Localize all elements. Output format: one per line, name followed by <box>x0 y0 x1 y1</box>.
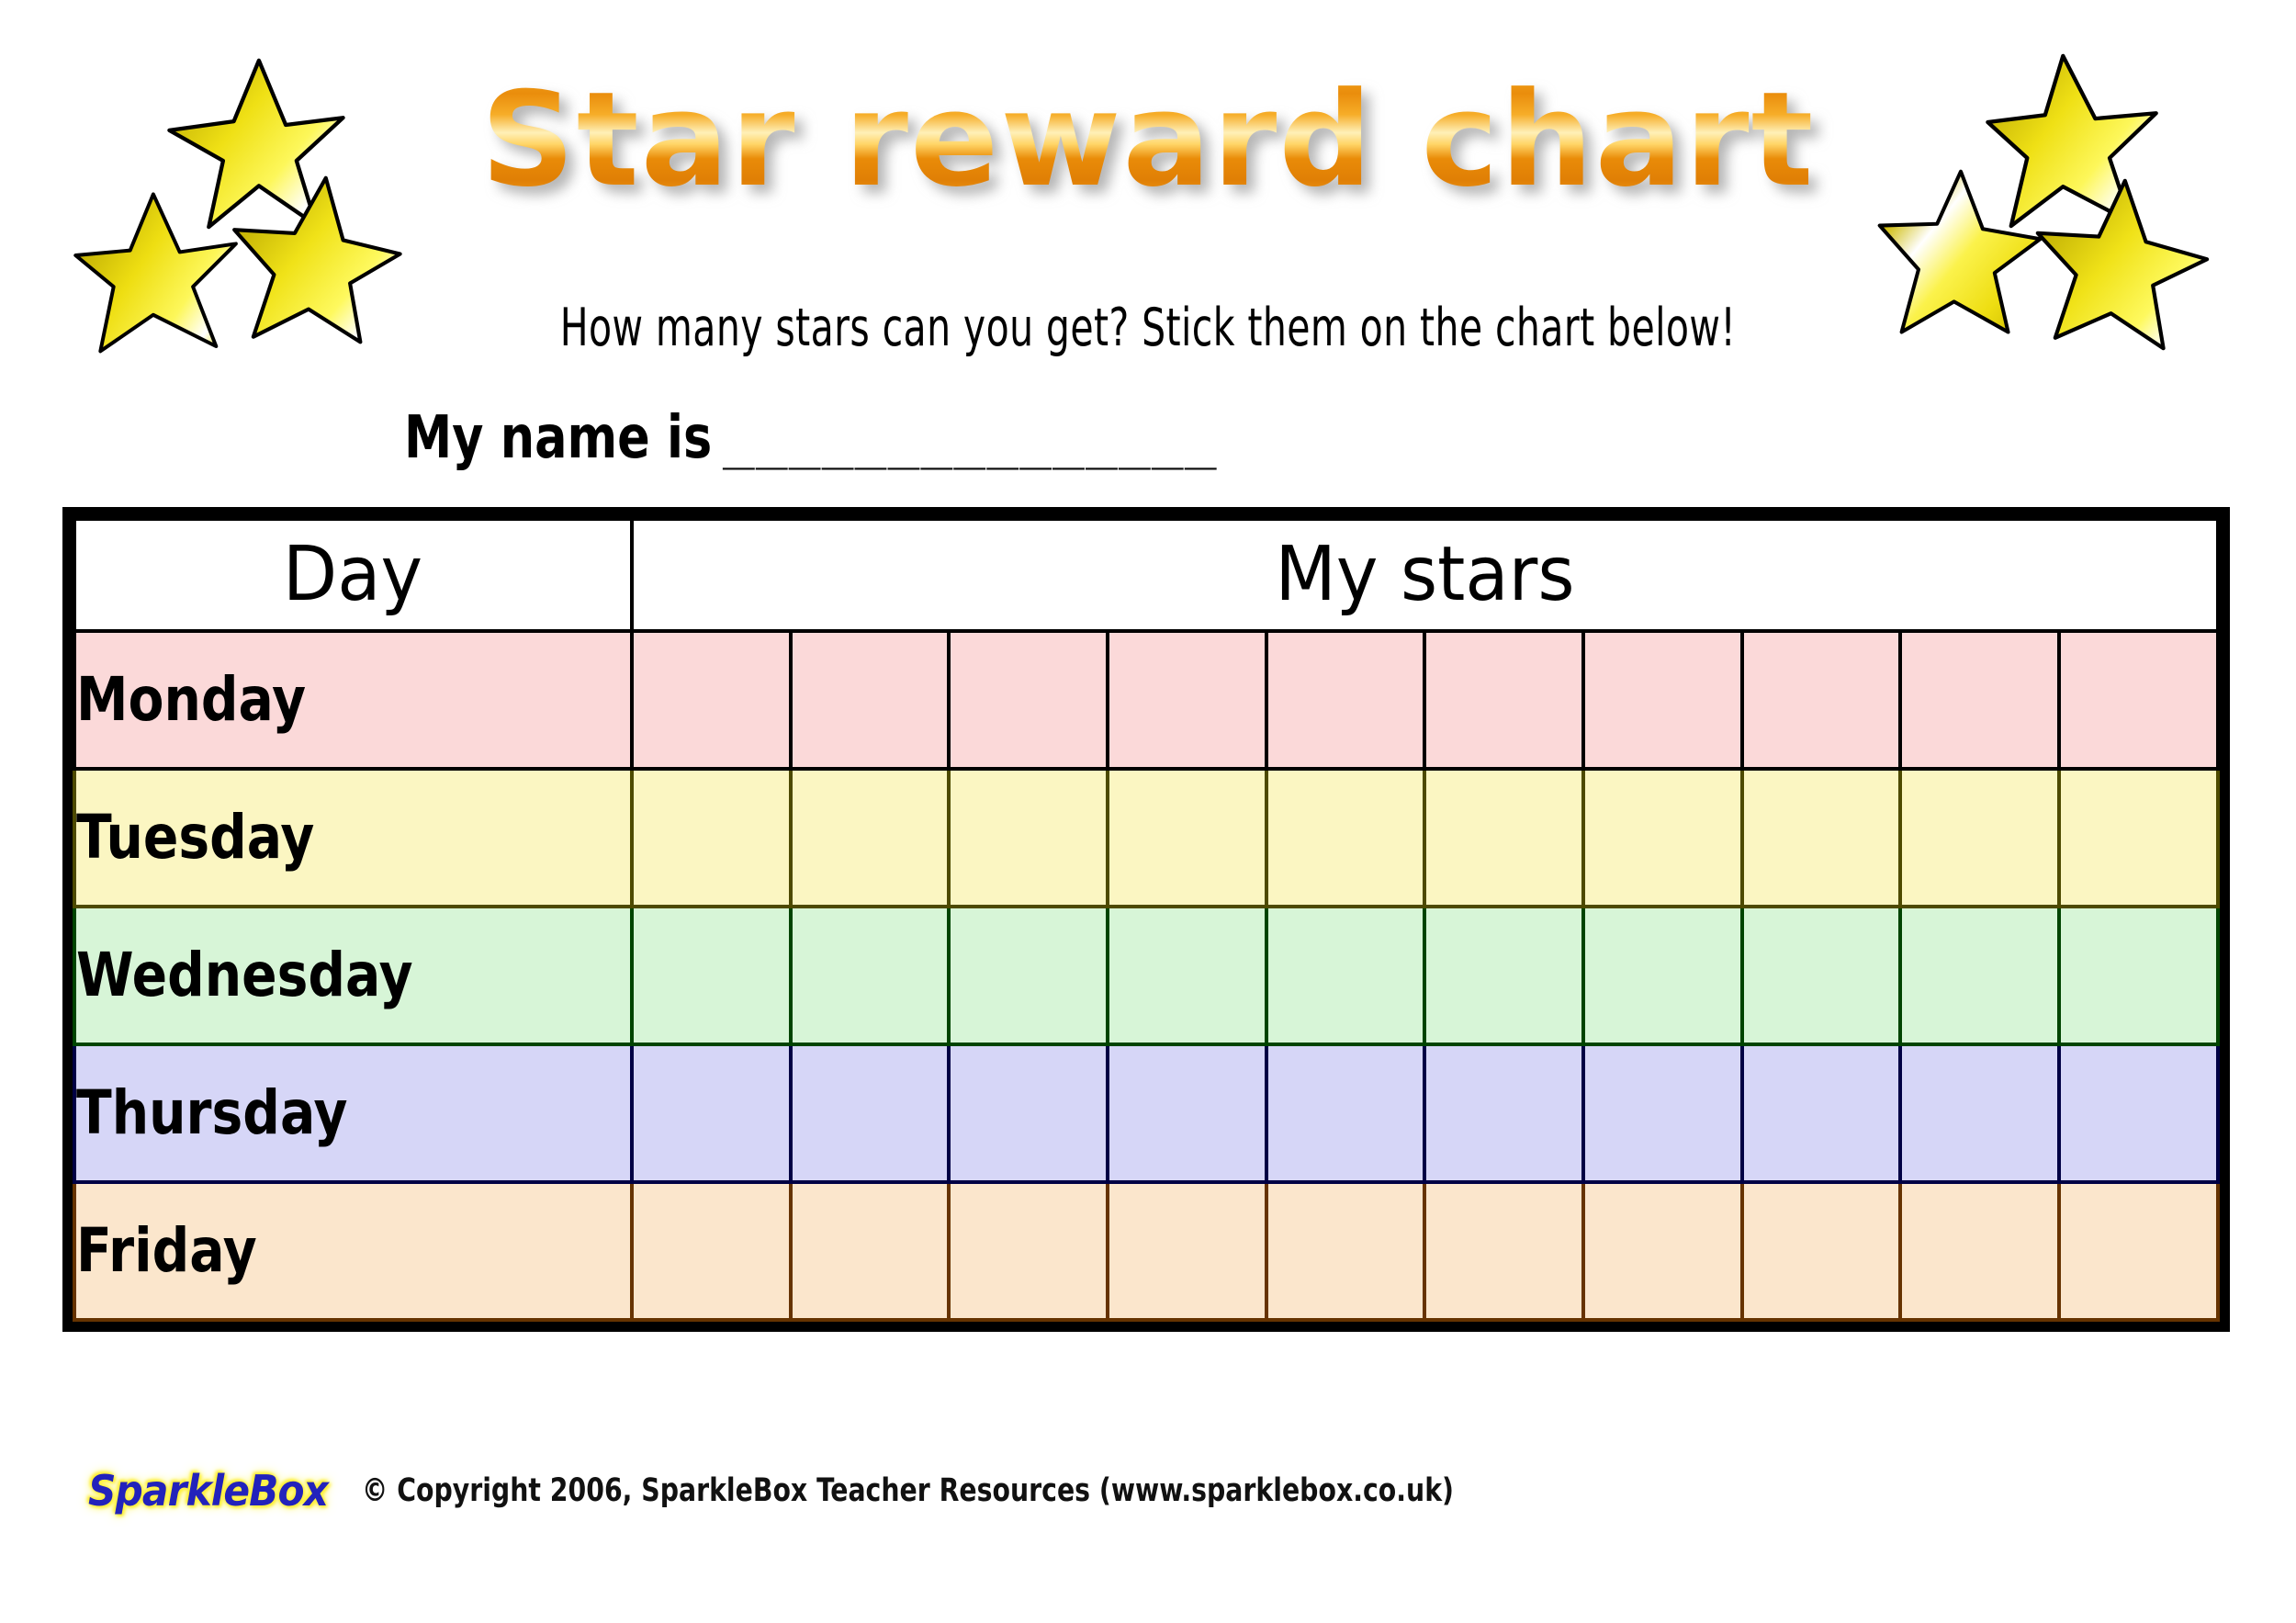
star-slot-cell[interactable] <box>788 1043 951 1184</box>
star-slot-cell[interactable] <box>788 905 951 1046</box>
sparklebox-logo: SparkleBox <box>88 1466 329 1516</box>
table-row: Thursday <box>73 1043 2220 1184</box>
day-label: Friday <box>76 1215 257 1286</box>
star-slot-cell[interactable] <box>1898 767 2062 908</box>
day-cell-tuesday: Tuesday <box>73 767 634 908</box>
star-slot-cell[interactable] <box>1898 1180 2062 1322</box>
chart-grid: Day My stars Monday Tuesday Wednesday Thursda… <box>73 517 2221 1322</box>
star-slot-cell[interactable] <box>2057 905 2220 1046</box>
star-icon <box>226 175 405 347</box>
day-cell-wednesday: Wednesday <box>73 905 634 1046</box>
table-row: Monday <box>73 629 2220 771</box>
star-slot-cell[interactable] <box>1423 767 1586 908</box>
star-slot-cell[interactable] <box>629 1180 793 1322</box>
star-slot-cell[interactable] <box>629 629 793 771</box>
day-label: Tuesday <box>76 802 315 873</box>
table-row: Friday <box>73 1180 2220 1322</box>
subtitle-text: How many stars can you get? Stick them o… <box>559 298 1737 358</box>
star-slot-cell[interactable] <box>2057 1180 2220 1322</box>
star-slot-cell[interactable] <box>1264 629 1427 771</box>
star-slot-cell[interactable] <box>629 1043 793 1184</box>
star-slot-cell[interactable] <box>1264 767 1427 908</box>
star-slot-cell[interactable] <box>1105 767 1268 908</box>
star-slot-cell[interactable] <box>788 629 951 771</box>
star-slot-cell[interactable] <box>1264 905 1427 1046</box>
star-slot-cell[interactable] <box>1105 905 1268 1046</box>
page-title: Star reward chart <box>432 75 1864 206</box>
star-slot-cell[interactable] <box>1264 1180 1427 1322</box>
day-label: Wednesday <box>76 940 413 1010</box>
header-label-day: Day <box>283 531 423 618</box>
star-slot-cell[interactable] <box>1739 1180 1903 1322</box>
name-label: My name is <box>404 404 713 472</box>
star-slot-cell[interactable] <box>1581 629 1744 771</box>
day-label: Monday <box>76 664 307 735</box>
star-slot-cell[interactable] <box>2057 767 2220 908</box>
copyright-text: © Copyright 2006, SparkleBox Teacher Res… <box>361 1472 1454 1509</box>
star-icon <box>2030 177 2213 352</box>
star-slot-cell[interactable] <box>1264 1043 1427 1184</box>
star-slot-cell[interactable] <box>1423 1180 1586 1322</box>
star-slot-cell[interactable] <box>1423 905 1586 1046</box>
star-slot-cell[interactable] <box>1423 629 1586 771</box>
header-cell-my-stars: My stars <box>629 517 2221 633</box>
header-cell-day: Day <box>73 517 634 633</box>
star-icon <box>1874 168 2048 337</box>
star-slot-cell[interactable] <box>788 767 951 908</box>
stars-top-right <box>1874 51 2241 351</box>
star-slot-cell[interactable] <box>2057 629 2220 771</box>
star-slot-cell[interactable] <box>1581 1043 1744 1184</box>
star-slot-cell[interactable] <box>947 629 1109 771</box>
star-slot-cell[interactable] <box>1105 1043 1268 1184</box>
star-slot-cell[interactable] <box>947 1180 1109 1322</box>
star-icon <box>72 189 242 355</box>
star-slot-cell[interactable] <box>1739 905 1903 1046</box>
star-slot-cell[interactable] <box>1105 629 1268 771</box>
header-label-my-stars: My stars <box>1275 531 1575 618</box>
star-slot-cell[interactable] <box>947 1043 1109 1184</box>
name-line: My name is _______________ <box>404 404 1690 472</box>
star-slot-cell[interactable] <box>1739 629 1903 771</box>
header-banner: Star reward chart How many stars can you… <box>0 0 2296 496</box>
stars-top-left <box>72 53 421 354</box>
table-row: Tuesday <box>73 767 2220 908</box>
reward-chart-table: Day My stars Monday Tuesday Wednesday Thursda… <box>62 507 2230 1332</box>
star-slot-cell[interactable] <box>1105 1180 1268 1322</box>
star-slot-cell[interactable] <box>1898 1043 2062 1184</box>
star-slot-cell[interactable] <box>1581 767 1744 908</box>
star-slot-cell[interactable] <box>629 767 793 908</box>
star-slot-cell[interactable] <box>1581 1180 1744 1322</box>
star-slot-cell[interactable] <box>1739 1043 1903 1184</box>
star-slot-cell[interactable] <box>947 767 1109 908</box>
star-slot-cell[interactable] <box>788 1180 951 1322</box>
star-slot-cell[interactable] <box>2057 1043 2220 1184</box>
name-input-blank[interactable]: _______________ <box>723 408 1218 470</box>
star-slot-cell[interactable] <box>1739 767 1903 908</box>
star-slot-cell[interactable] <box>1581 905 1744 1046</box>
star-slot-cell[interactable] <box>1898 629 2062 771</box>
star-slot-cell[interactable] <box>1898 905 2062 1046</box>
star-slot-cell[interactable] <box>1423 1043 1586 1184</box>
day-cell-monday: Monday <box>73 629 634 771</box>
star-slot-cell[interactable] <box>629 905 793 1046</box>
chart-header-row: Day My stars <box>73 517 2221 633</box>
day-label: Thursday <box>76 1077 348 1148</box>
footer: SparkleBox © Copyright 2006, SparkleBox … <box>88 1466 1575 1516</box>
table-row: Wednesday <box>73 905 2220 1046</box>
day-cell-thursday: Thursday <box>73 1043 634 1184</box>
day-cell-friday: Friday <box>73 1180 634 1322</box>
star-slot-cell[interactable] <box>947 905 1109 1046</box>
